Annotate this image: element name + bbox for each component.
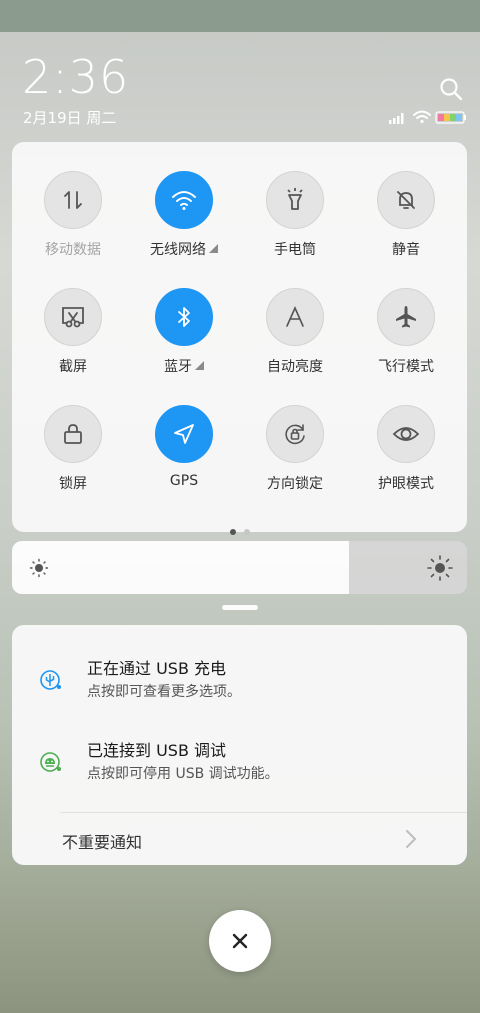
- mobile-data-icon: [44, 171, 102, 229]
- notification-title: 正在通过 USB 充电: [87, 659, 227, 678]
- page-indicator: [12, 520, 467, 539]
- tile-label: 方向锁定: [267, 476, 323, 492]
- page-dot[interactable]: [229, 529, 236, 535]
- signal-icon: [389, 113, 404, 124]
- auto-brightness-icon: [266, 288, 324, 346]
- tile-label: 无线网络: [150, 242, 206, 258]
- notification-subtitle: 点按即可查看更多选项。: [87, 684, 241, 700]
- wifi-icon: [155, 171, 213, 229]
- quick-settings-panel: 移动数据 无线网络 手电筒 静音 截屏 蓝牙 自动亮度 飞行模式 锁屏 GPS …: [12, 142, 467, 535]
- notification-title: 已连接到 USB 调试: [87, 741, 227, 760]
- lock-icon: [44, 405, 102, 463]
- notification-subtitle: 点按即可停用 USB 调试功能。: [87, 766, 279, 782]
- notification-usb-charging[interactable]: 正在通过 USB 充电 点按即可查看更多选项。: [12, 653, 467, 723]
- tile-label: 手电筒: [274, 242, 316, 258]
- tile-lock-screen[interactable]: 锁屏: [17, 405, 129, 515]
- tile-label: 锁屏: [59, 476, 87, 492]
- drag-handle[interactable]: [222, 605, 258, 610]
- tile-label: 护眼模式: [378, 476, 434, 492]
- status-icons: [388, 109, 468, 125]
- brightness-slider[interactable]: [12, 541, 467, 594]
- usb-icon: [40, 670, 61, 690]
- airplane-icon: [377, 288, 435, 346]
- bluetooth-icon: [155, 288, 213, 346]
- tile-flashlight[interactable]: 手电筒: [239, 171, 351, 281]
- tile-auto-brightness[interactable]: 自动亮度: [239, 288, 351, 398]
- tile-label: 截屏: [59, 359, 87, 375]
- tile-gps[interactable]: GPS: [128, 405, 240, 515]
- tile-screenshot[interactable]: 截屏: [17, 288, 129, 398]
- page-dot[interactable]: [243, 529, 250, 535]
- notification-panel: 正在通过 USB 充电 点按即可查看更多选项。 已连接到 USB 调试 点按即可…: [12, 625, 467, 865]
- top-strip: [0, 0, 480, 32]
- chevron-right-icon[interactable]: [404, 829, 418, 849]
- tile-label-row: 无线网络: [128, 239, 240, 259]
- search-icon[interactable]: [438, 76, 464, 102]
- tile-wifi[interactable]: 无线网络: [128, 171, 240, 281]
- wifi-status-icon: [413, 110, 431, 124]
- tile-label: 移动数据: [45, 242, 101, 258]
- brightness-high-icon: [427, 555, 453, 581]
- notification-usb-debug[interactable]: 已连接到 USB 调试 点按即可停用 USB 调试功能。: [12, 735, 467, 805]
- eye-icon: [377, 405, 435, 463]
- tile-bluetooth[interactable]: 蓝牙: [128, 288, 240, 398]
- tile-rotation-lock[interactable]: 方向锁定: [239, 405, 351, 515]
- divider: [60, 812, 467, 813]
- tile-label: GPS: [169, 473, 199, 489]
- tile-eye-care[interactable]: 护眼模式: [350, 405, 462, 515]
- brightness-fill: [12, 541, 349, 594]
- clock-date: 2月19日 周二: [23, 109, 117, 127]
- tile-label: 蓝牙: [164, 359, 192, 375]
- close-button[interactable]: [209, 910, 271, 972]
- tile-mobile-data[interactable]: 移动数据: [17, 171, 129, 281]
- minor-notifications-link[interactable]: 不重要通知: [62, 829, 142, 853]
- tile-airplane[interactable]: 飞行模式: [350, 288, 462, 398]
- flashlight-icon: [266, 171, 324, 229]
- silent-bell-icon: [377, 171, 435, 229]
- rotation-lock-icon: [266, 405, 324, 463]
- tile-label: 静音: [392, 242, 420, 258]
- tile-label: 自动亮度: [267, 359, 323, 375]
- android-debug-icon: [40, 752, 61, 772]
- battery-icon: [435, 111, 466, 124]
- tile-label: 飞行模式: [378, 359, 434, 375]
- brightness-low-icon: [29, 558, 49, 578]
- expand-caret-icon[interactable]: [195, 361, 204, 370]
- close-icon: [232, 933, 248, 949]
- tile-label-row: 蓝牙: [128, 356, 240, 376]
- expand-caret-icon[interactable]: [209, 244, 218, 253]
- screenshot-icon: [44, 288, 102, 346]
- gps-icon: [155, 405, 213, 463]
- tile-silent[interactable]: 静音: [350, 171, 462, 281]
- clock-time: 2:36: [22, 50, 130, 104]
